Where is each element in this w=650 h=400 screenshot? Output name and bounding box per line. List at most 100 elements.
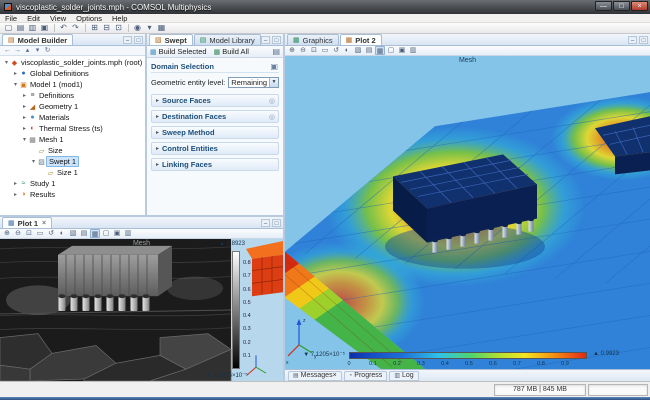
- panel-maximize-icon[interactable]: □: [134, 36, 143, 44]
- tree-expanded-arrow-icon[interactable]: ▾: [21, 136, 28, 143]
- selection-badge-icon[interactable]: ◎: [269, 97, 275, 105]
- copy-icon[interactable]: ⊞: [89, 23, 100, 33]
- zoom-in-icon[interactable]: ⊕: [2, 229, 12, 238]
- dock-tab-progress[interactable]: ◔ Progress: [343, 370, 388, 381]
- plot1-viewport[interactable]: Mesh ▲ 0.8923 ▼ 7.1205×10⁻⁵ 0.8 0.7 0.6 0.5…: [0, 239, 283, 381]
- settings-tab-swept[interactable]: ▨ Swept: [149, 34, 193, 45]
- scene-light-icon[interactable]: ◐: [342, 46, 352, 55]
- save-icon[interactable]: ▥: [27, 23, 38, 33]
- zoom-out-icon[interactable]: ⊖: [298, 46, 308, 55]
- tree-node-size[interactable]: ▱ Size: [0, 145, 145, 156]
- tree-node-thermal-stress-ts[interactable]: ▸ ◐ Thermal Stress (ts): [0, 123, 145, 134]
- close-button[interactable]: ×: [631, 1, 648, 11]
- tree-collapsed-arrow-icon[interactable]: ▸: [21, 92, 28, 99]
- build-all-button[interactable]: ▦ Build All: [214, 47, 249, 56]
- model-builder-tab[interactable]: ▤ Model Builder: [2, 34, 74, 45]
- scene-light-icon[interactable]: ◐: [57, 229, 67, 238]
- dock-tab-log[interactable]: ▥ Log: [389, 370, 419, 381]
- user-icon[interactable]: ◉: [132, 23, 143, 33]
- go-to-default-view-icon[interactable]: ↺: [331, 46, 341, 55]
- plot-icon[interactable]: ▦: [375, 46, 385, 55]
- tree-node-mesh-1[interactable]: ▾ ▦ Mesh 1: [0, 134, 145, 145]
- plot1-tab[interactable]: ▦ Plot 1 ×: [2, 217, 53, 228]
- zoom-in-icon[interactable]: ⊕: [287, 46, 297, 55]
- menu-item-view[interactable]: View: [45, 14, 71, 23]
- redo-icon[interactable]: ↷: [70, 23, 81, 33]
- snapshot-icon[interactable]: ▦: [156, 23, 167, 33]
- zoom-out-icon[interactable]: ⊖: [13, 229, 23, 238]
- tree-collapsed-arrow-icon[interactable]: ▸: [12, 191, 19, 198]
- section-source-faces[interactable]: ▸ Source Faces ◎: [151, 94, 279, 107]
- tree-node-size-1[interactable]: ▱ Size 1: [0, 167, 145, 178]
- dock-tab-messages[interactable]: ▤ Messages ×: [288, 370, 342, 381]
- tree-expanded-arrow-icon[interactable]: ▾: [12, 81, 19, 88]
- menu-item-options[interactable]: Options: [71, 14, 107, 23]
- select-icon[interactable]: ▢: [101, 229, 111, 238]
- tree-collapsed-arrow-icon[interactable]: ▸: [21, 114, 28, 121]
- help-report-icon[interactable]: ▤: [272, 47, 280, 56]
- dropdown-icon[interactable]: ▾: [144, 23, 155, 33]
- tree-expanded-arrow-icon[interactable]: ▾: [3, 59, 10, 66]
- graphics-tab-graphics[interactable]: ▦ Graphics: [287, 34, 339, 45]
- tree-expanded-arrow-icon[interactable]: ▾: [30, 158, 37, 165]
- tree-node-geometry-1[interactable]: ▸ ◢ Geometry 1: [0, 101, 145, 112]
- move-up-icon[interactable]: ▴: [23, 46, 32, 56]
- tree-node-swept-1[interactable]: ▾ ▨ Swept 1: [0, 156, 145, 167]
- panel-minimize-icon[interactable]: –: [123, 36, 132, 44]
- snapshot-icon[interactable]: ▥: [123, 229, 133, 238]
- tree-node-study-1[interactable]: ▸ ≈ Study 1: [0, 178, 145, 189]
- zoom-extents-icon[interactable]: ⊡: [24, 229, 34, 238]
- print-plot-icon[interactable]: ▣: [397, 46, 407, 55]
- tree-collapsed-arrow-icon[interactable]: ▸: [21, 125, 28, 132]
- open-icon[interactable]: ▤: [15, 23, 26, 33]
- windows-icon[interactable]: ⊟: [101, 23, 112, 33]
- selection-badge-icon[interactable]: ◎: [269, 113, 275, 121]
- wireframe-icon[interactable]: ▤: [79, 229, 89, 238]
- panel-minimize-icon[interactable]: –: [261, 36, 270, 44]
- transparency-icon[interactable]: ▧: [68, 229, 78, 238]
- tree-node-model-1-mod1[interactable]: ▾ ▣ Model 1 (mod1): [0, 79, 145, 90]
- build-selected-button[interactable]: ▦ Build Selected: [150, 47, 207, 56]
- wireframe-icon[interactable]: ▤: [364, 46, 374, 55]
- back-icon[interactable]: ←: [3, 46, 12, 56]
- menu-item-file[interactable]: File: [0, 14, 22, 23]
- panel-minimize-icon[interactable]: –: [261, 219, 270, 227]
- go-to-default-view-icon[interactable]: ↺: [46, 229, 56, 238]
- maximize-button[interactable]: □: [613, 1, 630, 11]
- panel-maximize-icon[interactable]: □: [272, 36, 281, 44]
- tile-icon[interactable]: ⊡: [113, 23, 124, 33]
- tree-collapsed-arrow-icon[interactable]: ▸: [12, 70, 19, 77]
- tree-collapsed-arrow-icon[interactable]: ▸: [21, 103, 28, 110]
- section-destination-faces[interactable]: ▸ Destination Faces ◎: [151, 110, 279, 123]
- new-icon[interactable]: ▢: [3, 23, 14, 33]
- section-linking-faces[interactable]: ▸ Linking Faces: [151, 158, 279, 171]
- print-icon[interactable]: ▣: [39, 23, 50, 33]
- forward-icon[interactable]: →: [13, 46, 22, 56]
- tree-node-materials[interactable]: ▸ ● Materials: [0, 112, 145, 123]
- transparency-icon[interactable]: ▧: [353, 46, 363, 55]
- zoom-extents-icon[interactable]: ⊡: [309, 46, 319, 55]
- geometric-entity-select[interactable]: Remaining ▼: [228, 77, 279, 88]
- print-plot-icon[interactable]: ▣: [112, 229, 122, 238]
- plot-icon[interactable]: ▦: [90, 229, 100, 238]
- move-down-icon[interactable]: ▾: [33, 46, 42, 56]
- refresh-icon[interactable]: ↻: [43, 46, 52, 56]
- select-icon[interactable]: ▢: [386, 46, 396, 55]
- zoom-box-icon[interactable]: ▭: [320, 46, 330, 55]
- graphics-tab-plot-2[interactable]: ▦ Plot 2: [339, 34, 382, 45]
- panel-maximize-icon[interactable]: □: [639, 36, 648, 44]
- panel-maximize-icon[interactable]: □: [272, 219, 281, 227]
- title-bar[interactable]: viscoplastic_solder_joints.mph - COMSOL …: [0, 0, 650, 14]
- copy-selection-icon[interactable]: ▣: [270, 62, 278, 71]
- close-tab-icon[interactable]: ×: [333, 372, 337, 379]
- tree-collapsed-arrow-icon[interactable]: ▸: [12, 180, 19, 187]
- settings-tab-model-library[interactable]: ▤ Model Library: [193, 34, 261, 45]
- tree-node-global-definitions[interactable]: ▸ ● Global Definitions: [0, 68, 145, 79]
- zoom-box-icon[interactable]: ▭: [35, 229, 45, 238]
- tree-node-results[interactable]: ▸ ◑ Results: [0, 189, 145, 200]
- close-tab-icon[interactable]: ×: [42, 220, 46, 227]
- menu-item-edit[interactable]: Edit: [22, 14, 45, 23]
- section-control-entities[interactable]: ▸ Control Entities: [151, 142, 279, 155]
- menu-item-help[interactable]: Help: [107, 14, 132, 23]
- section-sweep-method[interactable]: ▸ Sweep Method: [151, 126, 279, 139]
